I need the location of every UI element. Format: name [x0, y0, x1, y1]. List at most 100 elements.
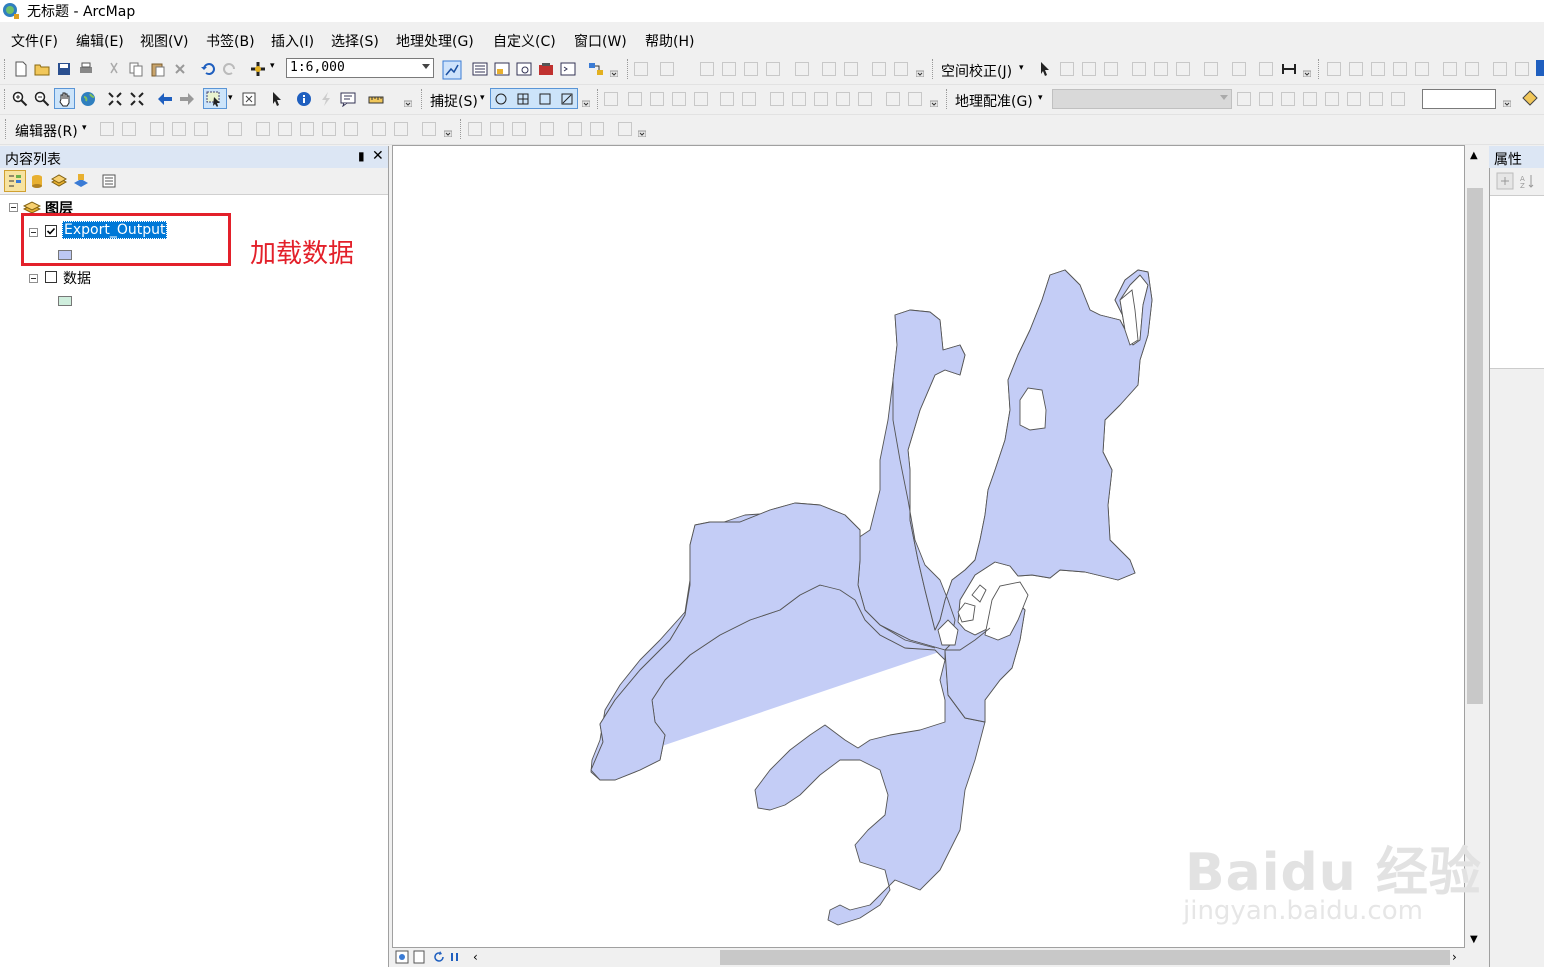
sort-alphabetical-icon[interactable]: AZ	[1518, 172, 1536, 190]
vertical-scroll-thumb[interactable]	[1467, 188, 1483, 704]
adjust-tool-icon[interactable]	[722, 62, 736, 76]
toolbar-grip[interactable]	[421, 89, 425, 109]
georef-tool-icon[interactable]	[1325, 92, 1339, 106]
chevron-down-icon[interactable]: ▾	[82, 123, 87, 133]
adjust-tool-icon[interactable]	[660, 62, 674, 76]
georef-tool-icon[interactable]	[1259, 92, 1273, 106]
data-view-icon[interactable]	[395, 950, 409, 964]
chevron-left-icon[interactable]: ‹	[473, 950, 478, 964]
map-canvas[interactable]	[392, 145, 1465, 948]
adjust-tool-icon[interactable]	[1154, 62, 1168, 76]
toolbar-grip[interactable]	[5, 119, 9, 139]
save-icon[interactable]	[56, 61, 72, 77]
map-scale-combo[interactable]: 1:6,000	[286, 58, 434, 78]
topology-tool-icon[interactable]	[604, 92, 618, 106]
georef-tool-icon[interactable]	[1391, 92, 1405, 106]
properties-grid[interactable]	[1490, 195, 1544, 369]
menu-selection[interactable]: 选择(S)	[331, 31, 379, 51]
adjust-tool-icon[interactable]	[1232, 62, 1246, 76]
adjust-tool-icon[interactable]	[766, 62, 780, 76]
adjust-tool-icon[interactable]	[872, 62, 886, 76]
measure-icon[interactable]	[1281, 61, 1297, 77]
adjust-tool-icon[interactable]	[1132, 62, 1146, 76]
toolbar-overflow-icon[interactable]	[1302, 63, 1312, 78]
topology-tool-icon[interactable]	[792, 92, 806, 106]
fixed-zoom-out-icon[interactable]	[129, 91, 145, 107]
adjust-tool-icon[interactable]	[1176, 62, 1190, 76]
pin-icon[interactable]: ▮	[358, 149, 365, 163]
topology-tool-icon[interactable]	[770, 92, 784, 106]
modelbuilder-icon[interactable]	[588, 61, 604, 77]
zoom-out-icon[interactable]	[34, 91, 50, 107]
point-snapping-icon[interactable]	[493, 91, 509, 107]
edit-tool-icon[interactable]	[100, 122, 114, 136]
back-icon[interactable]	[157, 91, 173, 107]
layout-tool-icon[interactable]	[1493, 62, 1507, 76]
edit-tool-icon[interactable]	[540, 122, 554, 136]
menu-help[interactable]: 帮助(H)	[645, 31, 694, 51]
toolbar-overflow-icon[interactable]	[581, 93, 591, 108]
html-popup-icon[interactable]	[340, 91, 356, 107]
menu-customize[interactable]: 自定义(C)	[493, 31, 556, 51]
toolbar-grip[interactable]	[4, 89, 8, 109]
list-by-selection-icon[interactable]	[73, 173, 89, 189]
edit-tool-icon[interactable]	[372, 122, 386, 136]
menu-bookmarks[interactable]: 书签(B)	[206, 31, 255, 51]
edit-tool-icon[interactable]	[278, 122, 292, 136]
topology-tool-icon[interactable]	[814, 92, 828, 106]
menu-window[interactable]: 窗口(W)	[574, 31, 627, 51]
python-window-icon[interactable]	[560, 61, 576, 77]
menu-file[interactable]: 文件(F)	[11, 31, 58, 51]
adjust-tool-icon[interactable]	[795, 62, 809, 76]
topology-tool-icon[interactable]	[650, 92, 664, 106]
chevron-down-icon[interactable]: ▾	[480, 93, 485, 103]
topology-tool-icon[interactable]	[836, 92, 850, 106]
collapse-toggle[interactable]	[29, 274, 38, 283]
toolbar-overflow-icon[interactable]	[443, 123, 453, 138]
menu-view[interactable]: 视图(V)	[140, 31, 189, 51]
georef-tool-icon[interactable]	[1347, 92, 1361, 106]
add-data-dropdown[interactable]: ▾	[270, 61, 275, 71]
catalog-icon[interactable]	[494, 61, 510, 77]
toolbar-grip[interactable]	[1318, 59, 1322, 79]
layout-tool-icon[interactable]	[1443, 62, 1457, 76]
adjust-tool-icon[interactable]	[700, 62, 714, 76]
toolbar-grip[interactable]	[597, 89, 601, 109]
toolbar-grip[interactable]	[627, 59, 631, 79]
georef-tool-icon[interactable]	[1281, 92, 1295, 106]
spatial-adjustment-menu[interactable]: 空间校正(J)	[941, 61, 1012, 81]
open-icon[interactable]	[34, 61, 50, 77]
adjust-tool-icon[interactable]	[1204, 62, 1218, 76]
select-features-icon[interactable]	[206, 91, 222, 107]
layout-tool-icon[interactable]	[1393, 62, 1407, 76]
topology-tool-icon[interactable]	[672, 92, 686, 106]
undo-icon[interactable]	[200, 61, 216, 77]
edit-tool-icon[interactable]	[490, 122, 504, 136]
edge-snapping-icon[interactable]	[559, 91, 575, 107]
layout-tool-icon[interactable]	[1415, 62, 1429, 76]
edit-tool-icon[interactable]	[172, 122, 186, 136]
edit-tool-icon[interactable]	[394, 122, 408, 136]
toolbar-grip[interactable]	[4, 59, 8, 79]
list-by-visibility-icon[interactable]	[51, 173, 67, 189]
topology-tool-icon[interactable]	[742, 92, 756, 106]
menu-edit[interactable]: 编辑(E)	[76, 31, 124, 51]
copy-icon[interactable]	[128, 61, 144, 77]
edit-tool-icon[interactable]	[228, 122, 242, 136]
categorized-icon[interactable]	[1496, 172, 1514, 190]
vertex-snapping-icon[interactable]	[537, 91, 553, 107]
toolbar-grip[interactable]	[932, 59, 936, 79]
georef-layer-combo[interactable]	[1052, 89, 1232, 109]
chevron-down-icon[interactable]: ▾	[1019, 63, 1024, 73]
chevron-down-icon[interactable]: ▼	[1470, 934, 1478, 945]
edit-tool-icon[interactable]	[300, 122, 314, 136]
topology-tool-icon[interactable]	[908, 92, 922, 106]
editor-menu[interactable]: 编辑器(R)	[15, 121, 78, 141]
list-by-source-icon[interactable]	[29, 173, 45, 189]
adjust-tool-icon[interactable]	[844, 62, 858, 76]
topology-tool-icon[interactable]	[720, 92, 734, 106]
add-data-icon[interactable]	[250, 61, 266, 77]
layout-tool-icon[interactable]	[1327, 62, 1341, 76]
georef-input-field[interactable]	[1422, 89, 1496, 109]
georef-tool-icon[interactable]	[1237, 92, 1251, 106]
